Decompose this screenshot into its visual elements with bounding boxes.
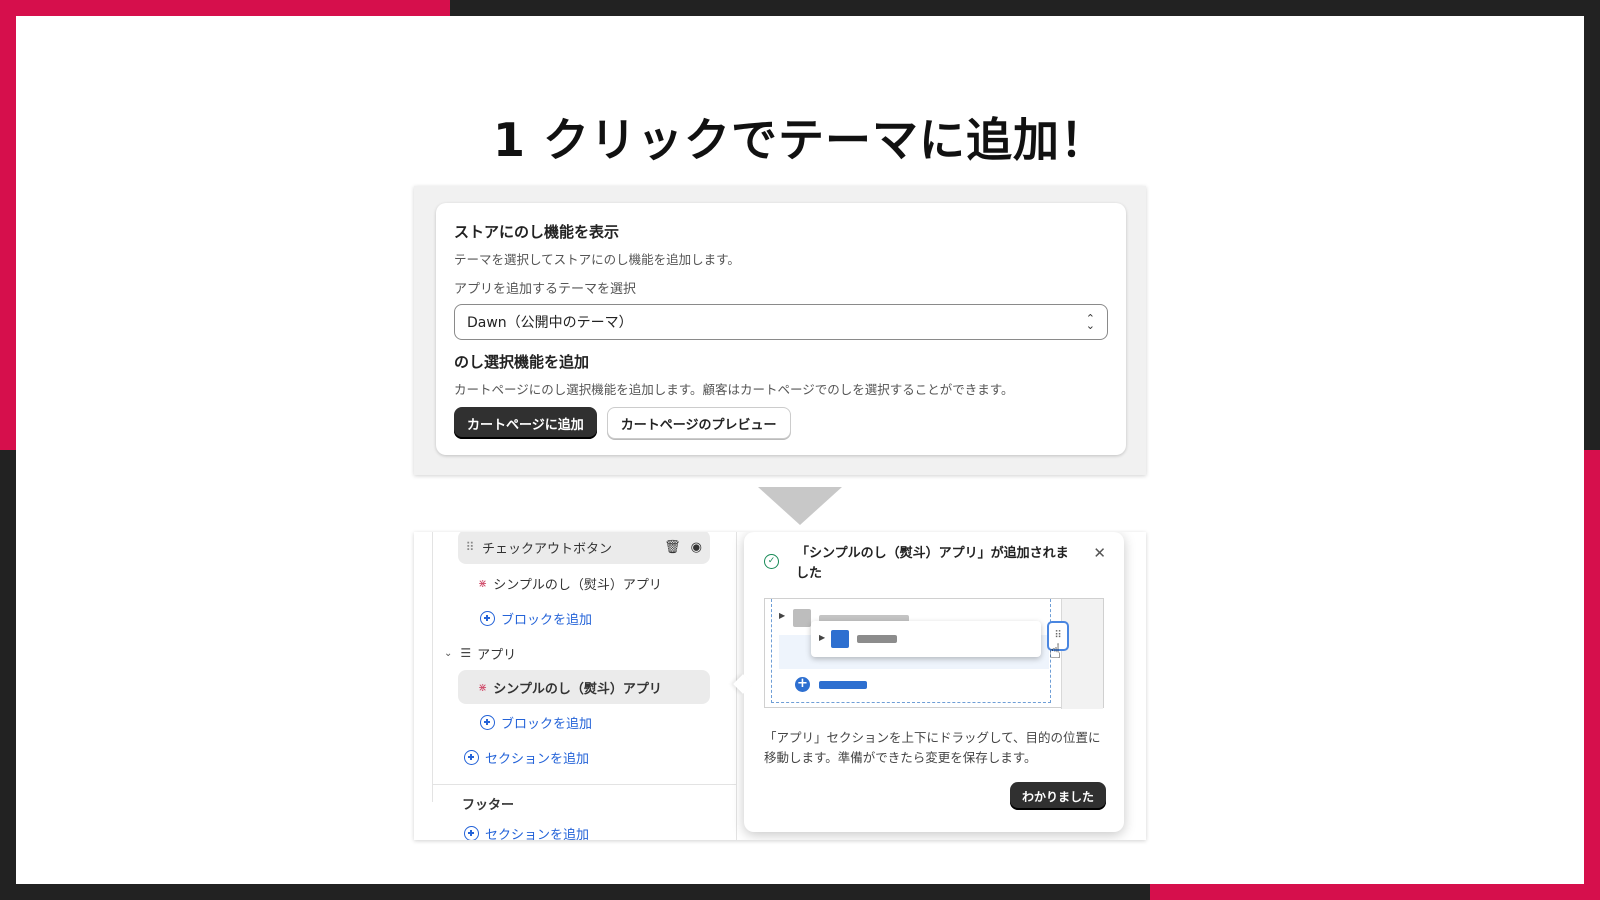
trash-icon[interactable]: 🗑: [664, 540, 681, 555]
popover-title: 「シンプルのし（熨斗）アプリ」が追加されました: [796, 546, 1069, 581]
sidebar-item-label: シンプルのし（熨斗）アプリ: [493, 681, 662, 697]
sidebar-item-checkout-button[interactable]: ⠿ チェックアウトボタン 🗑 ◉: [458, 532, 710, 564]
add-section-link[interactable]: セクションを追加: [464, 740, 589, 774]
settings-screenshot: ストアにのし機能を表示 テーマを選択してストアにのし機能を追加します。 アプリを…: [414, 186, 1146, 475]
got-it-button[interactable]: わかりました: [1009, 782, 1106, 810]
section-heading: のし選択機能を追加: [454, 353, 590, 371]
footer-heading: フッター: [462, 797, 515, 813]
button-group: カートページに追加 カートページのプレビュー: [454, 407, 1108, 439]
add-section-label: セクションを追加: [485, 827, 590, 841]
select-chevron-icon: ⌃ ⌄: [1085, 312, 1095, 332]
drag-handle-icon[interactable]: ⠿: [458, 540, 482, 554]
hand-cursor-icon: ☝: [1049, 639, 1062, 663]
add-section-label: セクションを追加: [485, 751, 590, 767]
illustration-block-blue: [831, 630, 849, 648]
popover-description: 「アプリ」セクションを上下にドラッグして、目的の位置に移動します。準備ができたら…: [764, 730, 1101, 765]
add-block-link[interactable]: ブロックを追加: [480, 601, 592, 635]
plus-circle-icon: [480, 714, 495, 730]
sidebar-guide-line: [432, 532, 433, 802]
eye-icon[interactable]: ◉: [691, 540, 702, 555]
theme-select-label: アプリを追加するテーマを選択: [454, 282, 637, 297]
drag-illustration: ▶ ▶ ⠿ ☝ +: [764, 598, 1104, 709]
theme-select[interactable]: Dawn（公開中のテーマ） ⌃ ⌄: [454, 304, 1108, 340]
plus-circle-icon: [464, 825, 479, 840]
sidebar-item-noshi-app[interactable]: ⋇ シンプルのし（熨斗）アプリ: [478, 566, 662, 600]
app-block-icon: ⋇: [478, 576, 488, 590]
check-circle-icon: ✓: [764, 554, 779, 569]
footer-add-section-link[interactable]: セクションを追加: [464, 816, 589, 840]
add-block-label: ブロックを追加: [501, 612, 593, 628]
caret-right-icon: ▶: [779, 611, 786, 620]
add-to-cart-page-button[interactable]: カートページに追加: [454, 407, 597, 439]
caret-right-icon: ▶: [819, 633, 826, 642]
sidebar-divider: [432, 784, 736, 785]
down-arrow-icon: [758, 487, 842, 525]
sidebar-item-label: シンプルのし（熨斗）アプリ: [493, 577, 662, 593]
illustration-bar-blue: [819, 681, 867, 689]
add-block-label: ブロックを追加: [501, 716, 593, 732]
theme-select-value: Dawn（公開中のテーマ）: [467, 315, 633, 331]
close-icon[interactable]: ✕: [1093, 544, 1106, 562]
app-added-popover: ✓ 「シンプルのし（熨斗）アプリ」が追加されました ✕ ▶ ▶ ⠿ ☝ + 「ア…: [744, 532, 1124, 832]
preview-cart-page-button[interactable]: カートページのプレビュー: [606, 407, 791, 439]
card-description: テーマを選択してストアにのし機能を追加します。: [454, 252, 740, 267]
section-label: アプリ: [477, 647, 517, 663]
sidebar-item-label: チェックアウトボタン: [482, 541, 613, 557]
sidebar-section-app[interactable]: ⌄ ☰ アプリ: [444, 636, 516, 670]
illustration-block-gray: [793, 609, 811, 627]
card-heading: ストアにのし機能を表示: [454, 223, 620, 241]
editor-sidebar: ⠿ チェックアウトボタン 🗑 ◉ ⋇ シンプルのし（熨斗）アプリ ブロックを追加…: [414, 532, 736, 840]
illustration-side-panel: [1061, 599, 1103, 709]
illustration-bar-dark: [857, 635, 897, 643]
plus-circle-icon: [464, 749, 479, 765]
add-block-link[interactable]: ブロックを追加: [480, 705, 592, 739]
theme-editor-screenshot: ⠿ チェックアウトボタン 🗑 ◉ ⋇ シンプルのし（熨斗）アプリ ブロックを追加…: [414, 532, 1146, 840]
chevron-down-icon[interactable]: ⌄: [444, 648, 452, 659]
slide-title: 1 クリックでテーマに追加！: [492, 113, 1108, 167]
plus-circle-icon: [480, 610, 495, 626]
plus-circle-icon: +: [795, 677, 810, 692]
illustration-dragged-item: ▶: [811, 621, 1041, 657]
sidebar-item-noshi-app-selected[interactable]: ⋇ シンプルのし（熨斗）アプリ: [458, 670, 710, 704]
section-description: カートページにのし選択機能を追加します。顧客はカートページでのしを選択することが…: [454, 382, 1014, 397]
app-block-icon: ⋇: [478, 680, 488, 694]
settings-card: ストアにのし機能を表示 テーマを選択してストアにのし機能を追加します。 アプリを…: [436, 203, 1126, 455]
section-icon: ☰: [460, 646, 472, 660]
